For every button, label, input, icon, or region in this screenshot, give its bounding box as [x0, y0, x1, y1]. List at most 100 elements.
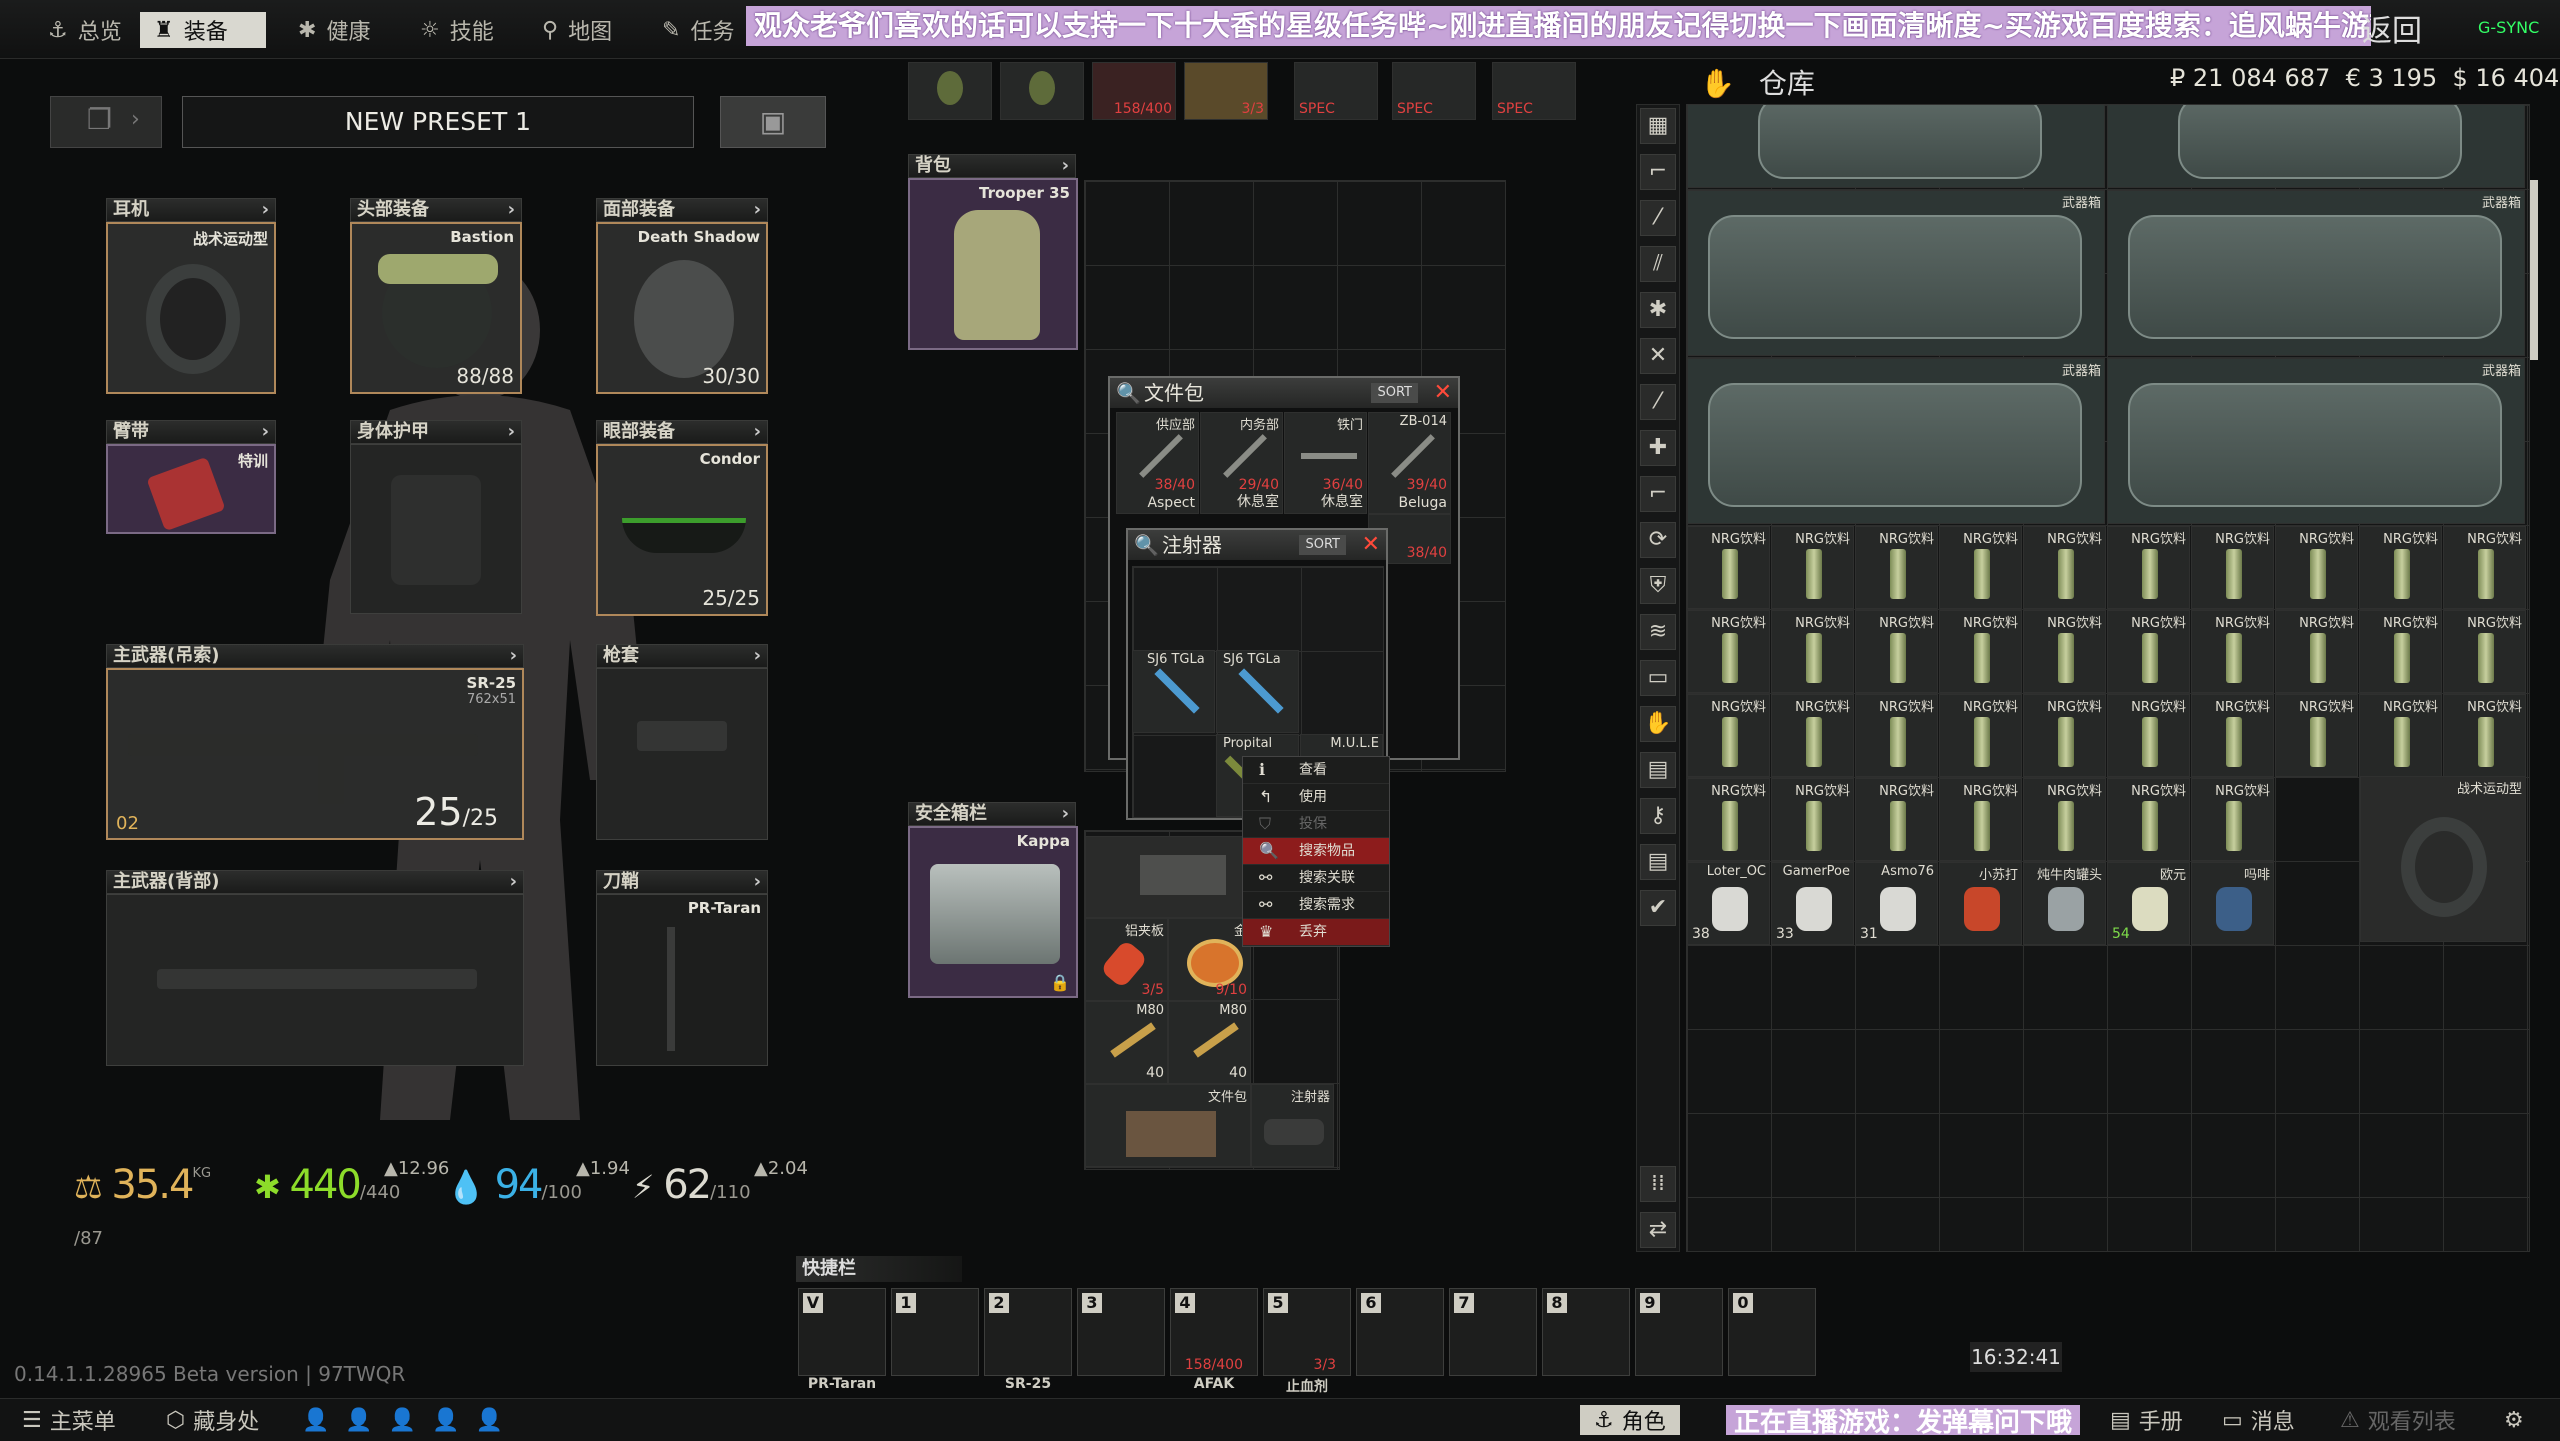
document-case-window-header[interactable]: 🔍 文件包 SORT ✕ — [1110, 378, 1458, 408]
stash-filter-icon[interactable]: ✱ — [1640, 292, 1676, 328]
pocket-item-cell[interactable]: M80 40 — [1168, 1001, 1251, 1084]
stash-filter-icon[interactable]: ✔ — [1640, 890, 1676, 926]
spec-item-cell[interactable]: SPEC — [1392, 62, 1476, 120]
preset-list-button[interactable]: ❐ › — [50, 96, 162, 148]
stash-item[interactable]: 小苏打 — [1939, 862, 2022, 945]
preset-name-field[interactable]: NEW PRESET 1 — [182, 96, 694, 148]
sort-icon[interactable]: ⇄ — [1640, 1212, 1676, 1248]
stash-item[interactable]: Asmo76 31 — [1855, 862, 1938, 945]
pocket-item-cell[interactable]: M80 40 — [1085, 1001, 1168, 1084]
weapon-case-item[interactable]: 武器箱 — [1687, 358, 2105, 524]
tab-health[interactable]: ✱ 健康 — [284, 12, 384, 48]
nrg-drink-item[interactable]: NRG饮料 — [1855, 610, 1938, 693]
player-slot-icon[interactable]: 👤 — [389, 1408, 416, 1433]
nrg-drink-item[interactable]: NRG饮料 — [2023, 526, 2106, 609]
primary-weapon-back-slot[interactable] — [106, 894, 524, 1066]
context-menu-item[interactable]: 🔍 搜索物品 — [1243, 838, 1389, 865]
weapon-case-item[interactable]: 武器箱 — [2107, 190, 2525, 356]
hotbar-slot[interactable]: 8 — [1542, 1288, 1630, 1376]
stash-filter-icon[interactable]: ⁄ — [1640, 384, 1676, 420]
nrg-drink-item[interactable]: NRG饮料 — [1687, 610, 1770, 693]
player-slot-icon[interactable]: 👤 — [432, 1408, 459, 1433]
hemostatic-cell[interactable]: 3/3 — [1184, 62, 1268, 120]
stash-filter-icon[interactable]: ▦ — [1640, 108, 1676, 144]
weapon-case-item[interactable] — [1687, 104, 2105, 188]
player-slot-icon[interactable]: 👤 — [302, 1408, 329, 1433]
stash-filter-icon[interactable]: ⚷ — [1640, 798, 1676, 834]
close-icon[interactable]: ✕ — [1434, 378, 1452, 408]
save-preset-button[interactable]: ▣ — [720, 96, 826, 148]
nrg-drink-item[interactable]: NRG饮料 — [1687, 694, 1770, 777]
player-slot-icon[interactable]: 👤 — [476, 1408, 503, 1433]
nrg-drink-item[interactable]: NRG饮料 — [2443, 526, 2526, 609]
sort-button[interactable]: SORT — [1371, 383, 1418, 403]
nrg-drink-item[interactable]: NRG饮料 — [1687, 526, 1770, 609]
hotbar-slot[interactable]: 6 — [1356, 1288, 1444, 1376]
nrg-drink-item[interactable]: NRG饮料 — [1771, 778, 1854, 861]
messages-button[interactable]: ▭ 消息 — [2222, 1405, 2295, 1436]
hideout-button[interactable]: ⬡ 藏身处 — [166, 1405, 259, 1436]
nrg-drink-item[interactable]: NRG饮料 — [2275, 610, 2358, 693]
nrg-drink-item[interactable]: NRG饮料 — [1939, 694, 2022, 777]
document-case-cell[interactable]: 文件包 — [1085, 1084, 1251, 1167]
back-button[interactable]: 返回 — [2362, 6, 2422, 50]
hotbar-slot[interactable]: 1 — [891, 1288, 979, 1376]
stash-filter-icon[interactable]: ▭ — [1640, 660, 1676, 696]
tab-skills[interactable]: ☼ 技能 — [406, 12, 508, 48]
nrg-drink-item[interactable]: NRG饮料 — [2359, 694, 2442, 777]
stash-item[interactable]: GamerPoe 33 — [1771, 862, 1854, 945]
injector-case-window-header[interactable]: 🔍 注射器 SORT ✕ — [1128, 530, 1386, 560]
nrg-drink-item[interactable]: NRG饮料 — [2191, 694, 2274, 777]
hotbar-slot[interactable]: 4 158/400 — [1170, 1288, 1258, 1376]
stash-filter-icon[interactable]: ≋ — [1640, 614, 1676, 650]
injector-case-cell[interactable]: 注射器 — [1251, 1084, 1334, 1167]
context-menu-item[interactable]: ⚯ 搜索需求 — [1243, 892, 1389, 919]
nrg-drink-item[interactable]: NRG饮料 — [1855, 778, 1938, 861]
nrg-drink-item[interactable]: NRG饮料 — [2107, 610, 2190, 693]
stash-filter-icon[interactable]: ✋ — [1640, 706, 1676, 742]
earpiece-slot[interactable]: 战术运动型 — [106, 222, 276, 394]
tab-gear[interactable]: ♜ 装备 — [140, 12, 266, 48]
player-slot-icon[interactable]: 👤 — [345, 1408, 372, 1433]
nrg-drink-item[interactable]: NRG饮料 — [2023, 778, 2106, 861]
body-armor-slot[interactable] — [350, 444, 522, 614]
stash-filter-icon[interactable]: ✚ — [1640, 430, 1676, 466]
weapon-case-item[interactable]: 武器箱 — [2107, 358, 2525, 524]
stash-filter-icon[interactable]: ✕ — [1640, 338, 1676, 374]
nrg-drink-item[interactable]: NRG饮料 — [1687, 778, 1770, 861]
nrg-drink-item[interactable]: NRG饮料 — [2107, 526, 2190, 609]
grenade-cell[interactable] — [1000, 62, 1084, 120]
stash-filter-icon[interactable]: ⛨ — [1640, 568, 1676, 604]
stash-filter-icon[interactable]: ⌐ — [1640, 154, 1676, 190]
nrg-drink-item[interactable]: NRG饮料 — [2191, 526, 2274, 609]
eyewear-slot[interactable]: Condor 25/25 — [596, 444, 768, 616]
afak-cell[interactable]: 158/400 — [1092, 62, 1176, 120]
stash-item[interactable]: Loter_OC 38 — [1687, 862, 1770, 945]
context-menu-item[interactable]: ⚯ 搜索关联 — [1243, 865, 1389, 892]
nrg-drink-item[interactable]: NRG饮料 — [2107, 778, 2190, 861]
headwear-slot[interactable]: Bastion 88/88 — [350, 222, 522, 394]
nrg-drink-item[interactable]: NRG饮料 — [1771, 610, 1854, 693]
stash-filter-icon[interactable]: ⫽ — [1640, 246, 1676, 282]
nrg-drink-item[interactable]: NRG饮料 — [2275, 526, 2358, 609]
nrg-drink-item[interactable]: NRG饮料 — [2023, 610, 2106, 693]
hotbar-slot[interactable]: 3 — [1077, 1288, 1165, 1376]
hotbar-slot[interactable]: 2 — [984, 1288, 1072, 1376]
hotbar-slot[interactable]: V — [798, 1288, 886, 1376]
tab-overview[interactable]: ⚓ 总览 — [34, 12, 136, 48]
stash-filter-icon[interactable]: ⟳ — [1640, 522, 1676, 558]
nrg-drink-item[interactable]: NRG饮料 — [1855, 694, 1938, 777]
nrg-drink-item[interactable]: NRG饮料 — [2107, 694, 2190, 777]
tab-map[interactable]: ⚲ 地图 — [528, 12, 626, 48]
nrg-drink-item[interactable]: NRG饮料 — [2191, 778, 2274, 861]
nrg-drink-item[interactable]: NRG饮料 — [2443, 694, 2526, 777]
facecover-slot[interactable]: Death Shadow 30/30 — [596, 222, 768, 394]
primary-weapon-sling-slot[interactable]: SR-25 762x51 02 25/25 — [106, 668, 524, 840]
stash-item[interactable]: 吗啡 — [2191, 862, 2274, 945]
context-menu-item[interactable]: ℹ 查看 — [1243, 757, 1389, 784]
backpack-slot[interactable]: Trooper 35 — [908, 178, 1078, 350]
nrg-drink-item[interactable]: NRG饮料 — [1939, 526, 2022, 609]
secure-container-slot[interactable]: Kappa 🔒 — [908, 826, 1078, 998]
nrg-drink-item[interactable]: NRG饮料 — [2023, 694, 2106, 777]
hotbar-slot[interactable]: 7 — [1449, 1288, 1537, 1376]
